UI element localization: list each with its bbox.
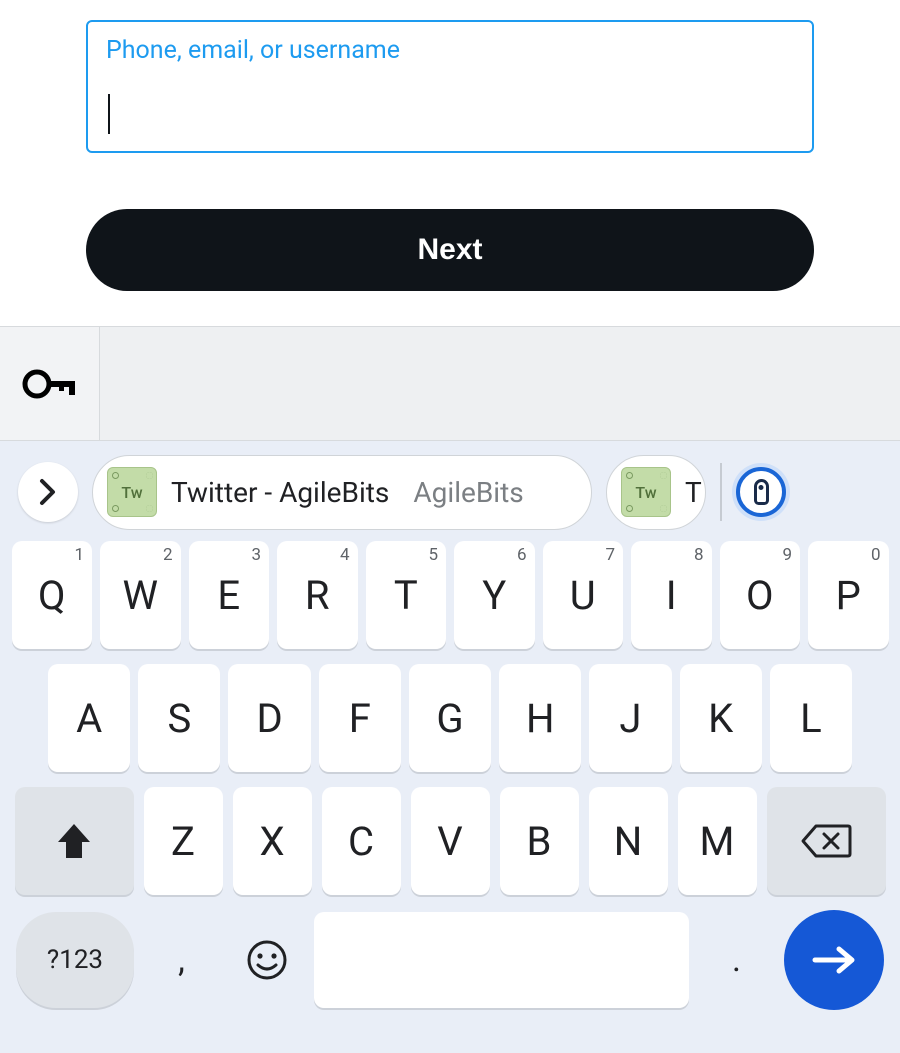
key-m[interactable]: M	[678, 787, 757, 895]
emoji-icon	[246, 939, 288, 981]
key-j[interactable]: J	[589, 664, 671, 772]
divider	[720, 463, 722, 521]
shift-key[interactable]	[15, 787, 134, 895]
key-t[interactable]: T5	[366, 541, 447, 649]
suggestion-title: Twitter - AgileBits	[171, 476, 389, 509]
login-form: Phone, email, or username Next	[0, 0, 900, 291]
expand-suggestions-button[interactable]	[18, 462, 78, 522]
comma-key[interactable]: ,	[144, 912, 219, 1008]
symbols-key[interactable]: ?123	[16, 912, 134, 1008]
key-u[interactable]: U7	[543, 541, 624, 649]
keyboard-row-3: ZXCVBNM	[8, 787, 892, 895]
key-f[interactable]: F	[319, 664, 401, 772]
key-icon	[22, 364, 78, 404]
key-d[interactable]: D	[228, 664, 310, 772]
key-alt-number: 1	[74, 545, 84, 565]
keyboard-row-1: Q1W2E3R4T5Y6U7I8O9P0	[8, 541, 892, 649]
key-b[interactable]: B	[500, 787, 579, 895]
space-key[interactable]	[314, 912, 689, 1008]
key-e[interactable]: E3	[189, 541, 270, 649]
key-i[interactable]: I8	[631, 541, 712, 649]
key-a[interactable]: A	[48, 664, 130, 772]
key-c[interactable]: C	[322, 787, 401, 895]
emoji-key[interactable]	[229, 912, 304, 1008]
password-key-button[interactable]	[0, 327, 100, 440]
suggestion-subtitle: AgileBits	[413, 476, 523, 509]
text-caret	[108, 94, 110, 134]
shift-icon	[54, 820, 94, 862]
twitter-tile-icon: Tw	[107, 467, 157, 517]
keyboard-row-2: ASDFGHJKL	[8, 664, 892, 772]
key-alt-number: 2	[163, 545, 173, 565]
enter-key[interactable]	[784, 910, 884, 1010]
twitter-tile-icon: Tw	[621, 467, 671, 517]
key-l[interactable]: L	[770, 664, 852, 772]
key-r[interactable]: R4	[277, 541, 358, 649]
autofill-suggestion-secondary[interactable]: Tw T	[606, 455, 706, 530]
onepassword-button[interactable]	[736, 467, 786, 517]
key-alt-number: 0	[871, 545, 881, 565]
key-q[interactable]: Q1	[12, 541, 93, 649]
soft-keyboard: Tw Twitter - AgileBits AgileBits Tw T Q1…	[0, 441, 900, 1053]
chevron-right-icon	[38, 478, 58, 506]
period-key[interactable]: .	[699, 912, 774, 1008]
key-g[interactable]: G	[409, 664, 491, 772]
password-manager-bar	[0, 326, 900, 441]
key-y[interactable]: Y6	[454, 541, 535, 649]
key-alt-number: 7	[605, 545, 615, 565]
key-w[interactable]: W2	[100, 541, 181, 649]
keyboard-rows: Q1W2E3R4T5Y6U7I8O9P0 ASDFGHJKL ZXCVBNM ?…	[0, 531, 900, 1018]
key-s[interactable]: S	[138, 664, 220, 772]
username-input[interactable]	[106, 76, 794, 110]
key-k[interactable]: K	[680, 664, 762, 772]
backspace-icon	[800, 822, 852, 860]
key-z[interactable]: Z	[144, 787, 223, 895]
keyboard-row-bottom: ?123 , .	[8, 910, 892, 1010]
onepassword-icon	[754, 479, 769, 505]
key-alt-number: 4	[340, 545, 350, 565]
key-alt-number: 8	[694, 545, 704, 565]
key-p[interactable]: P0	[808, 541, 889, 649]
key-h[interactable]: H	[499, 664, 581, 772]
key-x[interactable]: X	[233, 787, 312, 895]
key-alt-number: 6	[517, 545, 527, 565]
key-alt-number: 9	[782, 545, 792, 565]
suggestion-title-partial: T	[685, 476, 702, 509]
key-n[interactable]: N	[589, 787, 668, 895]
autofill-suggestion-strip: Tw Twitter - AgileBits AgileBits Tw T	[0, 453, 900, 531]
username-label: Phone, email, or username	[106, 32, 794, 66]
key-v[interactable]: V	[411, 787, 490, 895]
key-o[interactable]: O9	[720, 541, 801, 649]
key-alt-number: 3	[251, 545, 261, 565]
next-button[interactable]: Next	[86, 209, 814, 291]
autofill-suggestion-primary[interactable]: Tw Twitter - AgileBits AgileBits	[92, 455, 592, 530]
key-alt-number: 5	[428, 545, 438, 565]
arrow-right-icon	[809, 945, 859, 975]
backspace-key[interactable]	[767, 787, 886, 895]
username-field-wrapper[interactable]: Phone, email, or username	[86, 20, 814, 153]
